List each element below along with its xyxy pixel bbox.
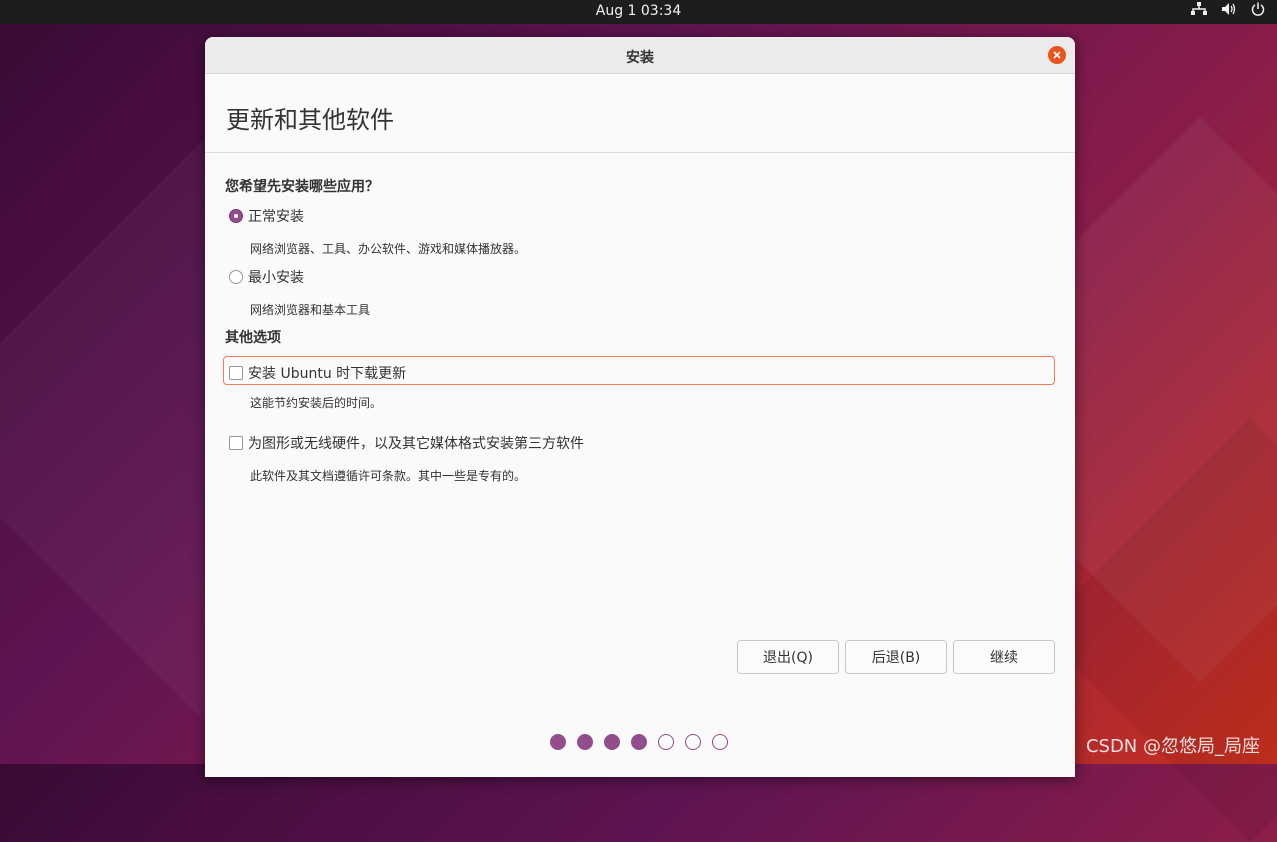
close-icon: [1053, 51, 1061, 59]
checkbox-label[interactable]: 为图形或无线硬件，以及其它媒体格式安装第三方软件: [248, 433, 584, 453]
quit-button[interactable]: 退出(Q): [737, 640, 839, 674]
progress-dot-complete: [550, 734, 566, 750]
radio-label[interactable]: 正常安装: [248, 206, 304, 226]
progress-dot-complete: [631, 734, 647, 750]
checkbox-icon[interactable]: [229, 366, 243, 380]
window-titlebar[interactable]: 安装: [205, 37, 1075, 74]
network-icon[interactable]: [1191, 2, 1207, 16]
radio-checked-icon[interactable]: [229, 209, 243, 223]
option-description: 此软件及其文档遵循许可条款。其中一些是专有的。: [250, 469, 527, 483]
watermark: CSDN @忽悠局_局座: [1085, 736, 1260, 757]
third-party-software-checkbox[interactable]: 为图形或无线硬件，以及其它媒体格式安装第三方软件: [229, 433, 584, 453]
back-button[interactable]: 后退(B): [845, 640, 947, 674]
page-heading: 更新和其他软件: [205, 74, 1075, 153]
close-button[interactable]: [1048, 46, 1066, 64]
minimal-install-radio[interactable]: 最小安装: [229, 267, 304, 287]
install-type-question: 您希望先安装哪些应用？: [225, 179, 379, 195]
continue-button[interactable]: 继续: [953, 640, 1055, 674]
power-icon[interactable]: [1251, 2, 1265, 16]
other-options-heading: 其他选项: [225, 330, 281, 346]
option-description: 这能节约安装后的时间。: [250, 396, 383, 410]
option-description: 网络浏览器和基本工具: [250, 303, 371, 317]
progress-dot-complete: [604, 734, 620, 750]
window-title: 安装: [626, 50, 654, 66]
progress-dot-pending: [712, 734, 728, 750]
progress-dot-pending: [658, 734, 674, 750]
checkbox-icon[interactable]: [229, 436, 243, 450]
option-description: 网络浏览器、工具、办公软件、游戏和媒体播放器。: [250, 242, 527, 256]
progress-dot-pending: [685, 734, 701, 750]
progress-dots: [550, 734, 728, 750]
radio-unchecked-icon[interactable]: [229, 270, 243, 284]
system-tray[interactable]: [1191, 2, 1265, 16]
clock[interactable]: Aug 1 03:34: [0, 3, 1277, 19]
normal-install-radio[interactable]: 正常安装: [229, 206, 304, 226]
download-updates-checkbox[interactable]: 安装 Ubuntu 时下载更新: [229, 363, 406, 383]
top-bar: Aug 1 03:34: [0, 0, 1277, 24]
volume-icon[interactable]: [1221, 2, 1237, 16]
page-title: 更新和其他软件: [226, 106, 394, 134]
installer-window: 安装 更新和其他软件 您希望先安装哪些应用？ 正常安装 网络浏览器、工具、办公软…: [205, 37, 1075, 777]
progress-dot-complete: [577, 734, 593, 750]
radio-label[interactable]: 最小安装: [248, 267, 304, 287]
checkbox-label[interactable]: 安装 Ubuntu 时下载更新: [248, 363, 406, 383]
